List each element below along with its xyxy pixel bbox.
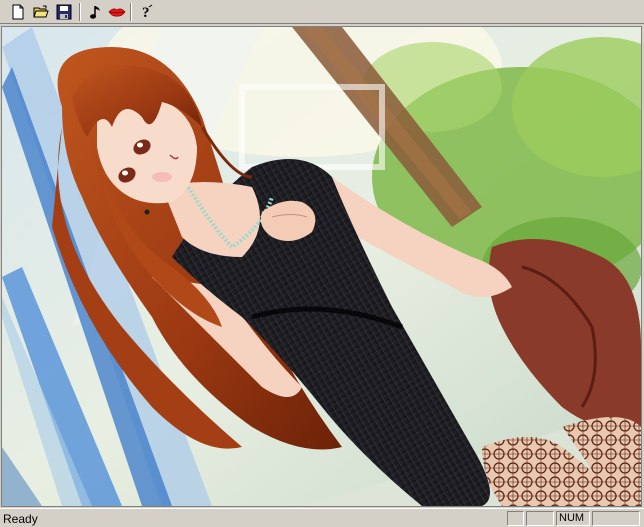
status-text: Ready [3, 512, 38, 526]
image-view [1, 26, 642, 507]
status-pane-2 [526, 511, 554, 526]
open-folder-icon [33, 5, 49, 18]
lips-icon [108, 8, 126, 17]
status-pane-1 [507, 511, 524, 526]
svg-text:?: ? [142, 5, 150, 20]
music-button[interactable] [86, 2, 106, 22]
app-window: ? Ready NUM [0, 0, 644, 527]
status-pane-4 [592, 511, 640, 526]
help-question-icon: ? [142, 4, 153, 20]
voice-button[interactable] [107, 2, 127, 22]
new-document-button[interactable] [8, 2, 28, 22]
save-button[interactable] [54, 2, 74, 22]
toolbar-separator [79, 3, 81, 21]
open-button[interactable] [31, 2, 51, 22]
music-note-icon [90, 6, 100, 19]
save-disk-icon [56, 4, 72, 20]
help-button[interactable]: ? [136, 2, 156, 22]
character-illustration [2, 27, 641, 506]
new-document-icon [12, 4, 24, 20]
toolbar-separator [130, 3, 132, 21]
toolbar: ? [0, 0, 644, 24]
status-bar: Ready NUM [0, 508, 644, 527]
status-pane-num: NUM [556, 511, 590, 526]
